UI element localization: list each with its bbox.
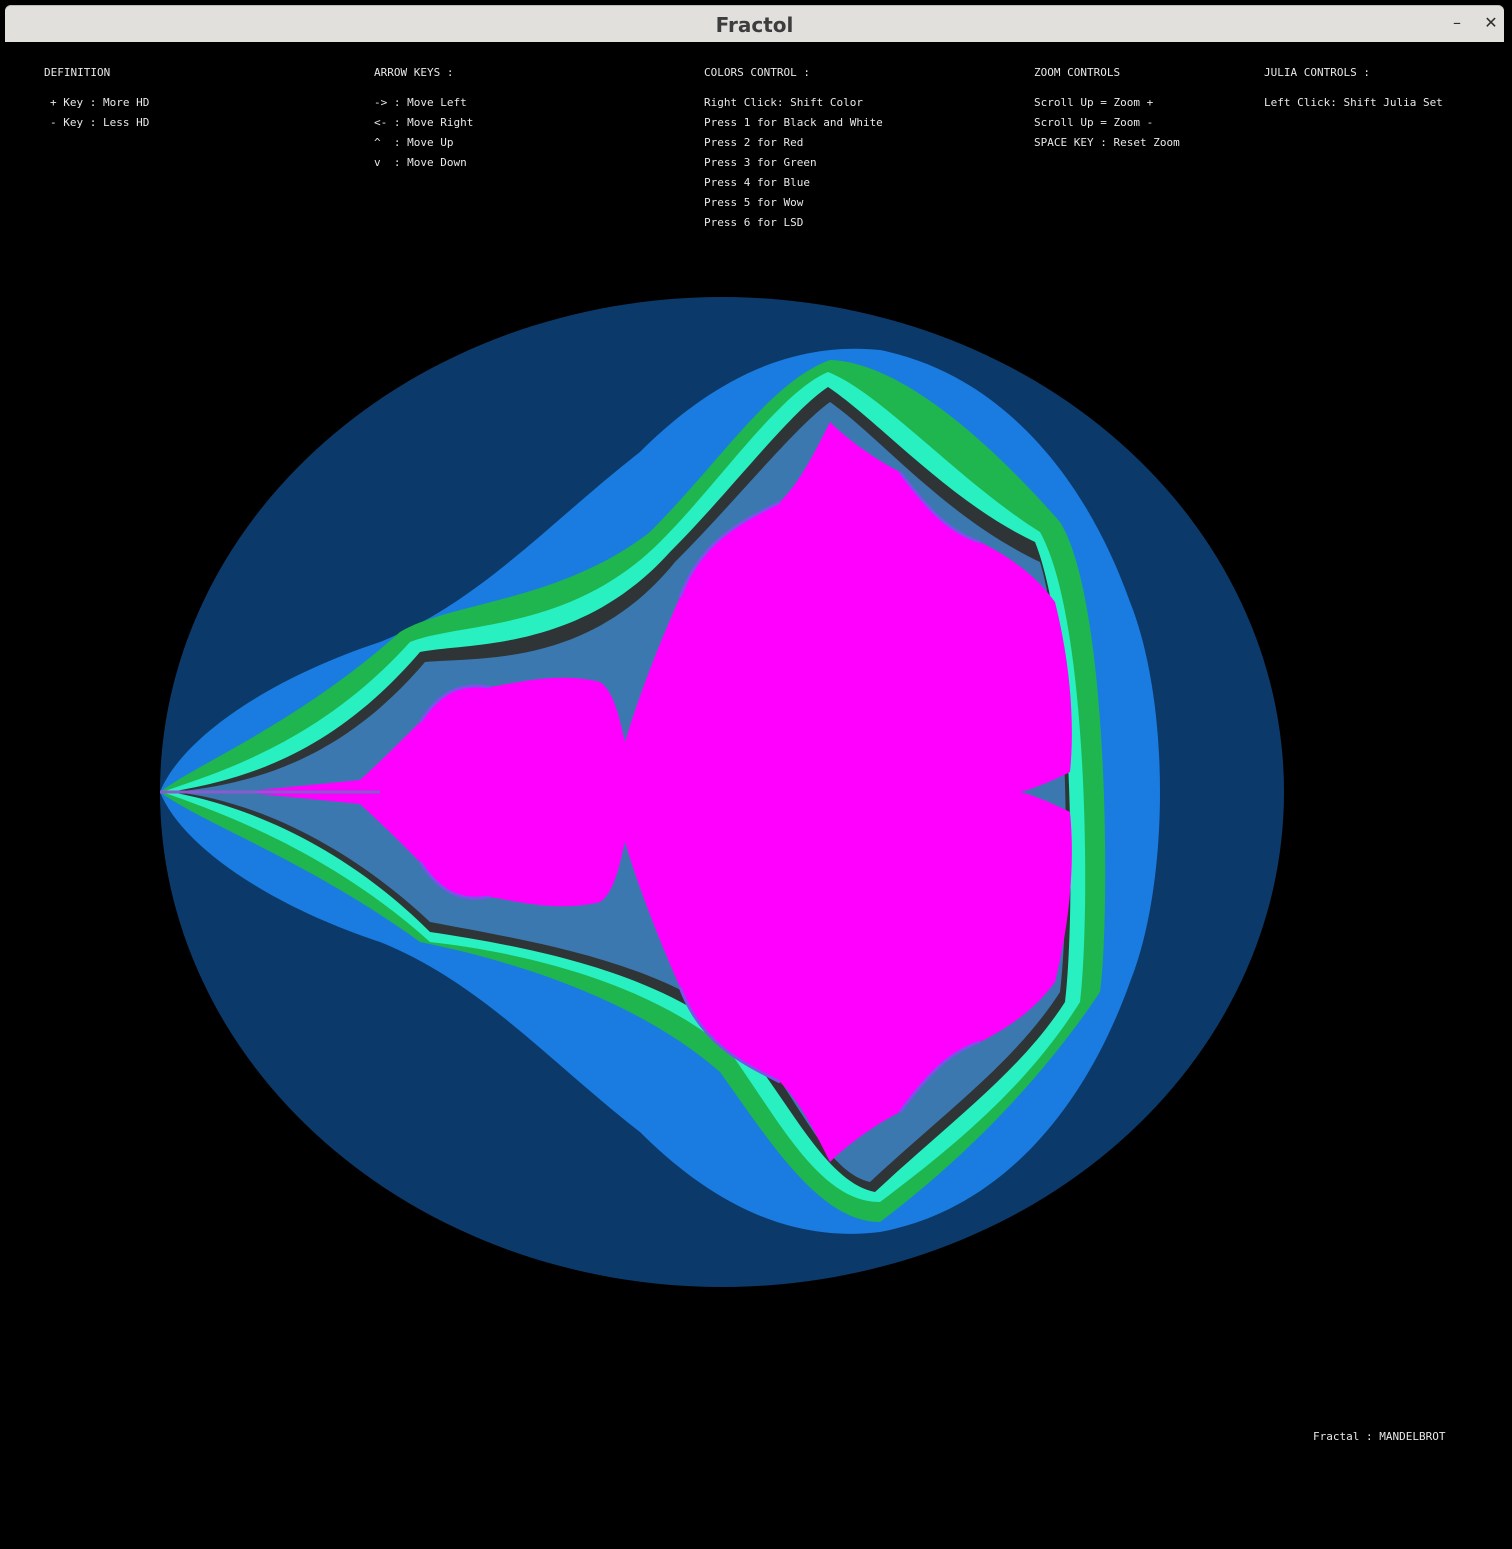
- julia-controls-line: Left Click: Shift Julia Set: [1264, 96, 1443, 109]
- mandelbrot-render[interactable]: [0, 42, 1512, 1549]
- zoom-controls-line: Scroll Up = Zoom -: [1034, 116, 1154, 129]
- colors-control-header: COLORS CONTROL :: [704, 66, 810, 79]
- colors-control-line: Press 1 for Black and White: [704, 116, 883, 129]
- arrow-keys-line: -> : Move Left: [374, 96, 467, 109]
- close-button[interactable]: ✕: [1480, 12, 1502, 34]
- colors-control-line: Right Click: Shift Color: [704, 96, 863, 109]
- colors-control-line: Press 4 for Blue: [704, 176, 810, 189]
- minimize-button[interactable]: –: [1446, 12, 1468, 34]
- colors-control-line: Press 5 for Wow: [704, 196, 804, 209]
- fractal-canvas[interactable]: DEFINITION + Key : More HD - Key : Less …: [0, 42, 1512, 1549]
- colors-control-line: Press 6 for LSD: [704, 216, 804, 229]
- zoom-controls-line: SPACE KEY : Reset Zoom: [1034, 136, 1180, 149]
- definition-panel: DEFINITION + Key : More HD - Key : Less …: [44, 66, 149, 136]
- arrow-keys-panel: ARROW KEYS : -> : Move Left <- : Move Ri…: [374, 66, 473, 176]
- fractal-type-label: Fractal : MANDELBROT: [1313, 1430, 1446, 1443]
- zoom-controls-panel: ZOOM CONTROLS Scroll Up = Zoom + Scroll …: [1034, 66, 1180, 156]
- window-titlebar[interactable]: Fractol – ✕: [5, 5, 1504, 42]
- definition-line: - Key : Less HD: [50, 116, 150, 129]
- zoom-controls-header: ZOOM CONTROLS: [1034, 66, 1121, 79]
- definition-header: DEFINITION: [44, 66, 111, 79]
- arrow-keys-line: v : Move Down: [374, 156, 467, 169]
- arrow-keys-line: ^ : Move Up: [374, 136, 454, 149]
- julia-controls-panel: JULIA CONTROLS : Left Click: Shift Julia…: [1264, 66, 1443, 116]
- window-title: Fractol: [715, 13, 794, 37]
- definition-line: + Key : More HD: [50, 96, 150, 109]
- arrow-keys-header: ARROW KEYS :: [374, 66, 454, 79]
- colors-control-line: Press 2 for Red: [704, 136, 804, 149]
- zoom-controls-line: Scroll Up = Zoom +: [1034, 96, 1154, 109]
- arrow-keys-line: <- : Move Right: [374, 116, 474, 129]
- julia-controls-header: JULIA CONTROLS :: [1264, 66, 1370, 79]
- colors-control-line: Press 3 for Green: [704, 156, 817, 169]
- colors-control-panel: COLORS CONTROL : Right Click: Shift Colo…: [704, 66, 883, 236]
